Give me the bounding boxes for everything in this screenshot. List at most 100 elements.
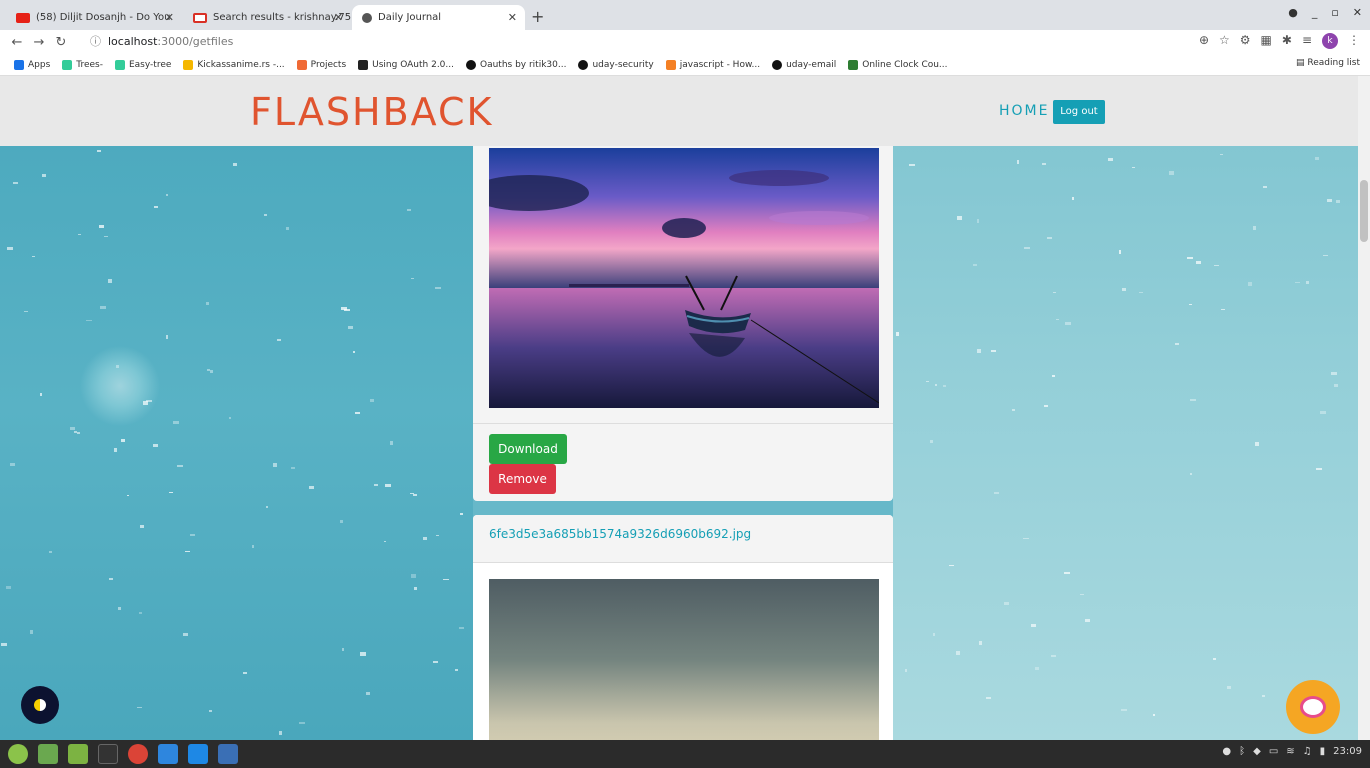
background-speck bbox=[118, 606, 122, 610]
file-image-sky-gradient bbox=[489, 579, 879, 740]
close-window-button[interactable]: ✕ bbox=[1353, 6, 1362, 19]
record-icon[interactable]: ● bbox=[1288, 6, 1298, 19]
background-speck bbox=[5, 586, 12, 590]
bookmark-easy-tree[interactable]: Easy-tree bbox=[114, 59, 171, 70]
gmail-icon bbox=[193, 12, 207, 23]
menu-icon[interactable]: ⋮ bbox=[1348, 33, 1360, 49]
back-button[interactable]: ← bbox=[6, 35, 28, 50]
bookmark-uday-security[interactable]: uday-security bbox=[578, 59, 654, 70]
url-field[interactable]: ⓘ localhost:3000/getfiles bbox=[90, 33, 233, 49]
shield-icon[interactable]: ◆ bbox=[1253, 746, 1261, 757]
extension-icon[interactable]: ⚙ bbox=[1240, 33, 1251, 49]
chrome-icon[interactable] bbox=[128, 744, 148, 764]
minimize-button[interactable]: _ bbox=[1312, 6, 1318, 19]
logout-button[interactable]: Log out bbox=[1053, 100, 1105, 124]
background-speck bbox=[1051, 654, 1056, 657]
text-editor-icon[interactable] bbox=[158, 744, 178, 764]
reading-list[interactable]: ▤ Reading list bbox=[1296, 58, 1360, 68]
close-icon[interactable]: ✕ bbox=[508, 11, 517, 24]
background-speck bbox=[1196, 260, 1202, 264]
background-speck bbox=[1263, 186, 1268, 188]
background-speck bbox=[436, 534, 439, 536]
background-speck bbox=[108, 578, 113, 580]
background-speck bbox=[340, 307, 347, 310]
github-icon bbox=[772, 59, 783, 70]
tab-youtube[interactable]: (58) Diljit Dosanjh - Do You ✕ bbox=[6, 5, 182, 30]
background-speck bbox=[263, 214, 267, 217]
puzzle-icon[interactable]: ✱ bbox=[1282, 33, 1292, 49]
screenshot-icon[interactable] bbox=[218, 744, 238, 764]
new-tab-button[interactable]: + bbox=[531, 7, 544, 26]
extension-icon[interactable]: ▦ bbox=[1261, 33, 1272, 49]
background-speck bbox=[208, 709, 212, 713]
scrollbar-thumb[interactable] bbox=[1360, 180, 1368, 242]
display-icon[interactable]: ▭ bbox=[1269, 746, 1278, 757]
bookmark-javascript[interactable]: javascript - How... bbox=[665, 59, 760, 70]
media-icon[interactable]: ≡ bbox=[1302, 33, 1312, 49]
dark-mode-toggle[interactable] bbox=[21, 686, 59, 724]
tab-gmail[interactable]: Search results - krishnay.7567 ✕ bbox=[183, 5, 351, 30]
bookmark-apps[interactable]: Apps bbox=[14, 59, 50, 70]
apps-icon bbox=[14, 59, 24, 70]
background-speck bbox=[49, 551, 52, 553]
close-icon[interactable]: ✕ bbox=[165, 11, 174, 24]
bookmark-oauths-ritik[interactable]: Oauths by ritik30... bbox=[466, 59, 566, 70]
background-speck bbox=[9, 462, 16, 467]
half-moon-icon bbox=[34, 699, 46, 711]
background-speck bbox=[251, 545, 255, 549]
remove-button[interactable]: Remove bbox=[489, 464, 556, 494]
clock[interactable]: 23:09 bbox=[1333, 746, 1362, 757]
background-speck bbox=[1121, 287, 1126, 291]
zoom-icon[interactable]: ⊕ bbox=[1199, 33, 1209, 49]
sound-icon[interactable]: ♫ bbox=[1303, 746, 1312, 757]
star-icon[interactable]: ☆ bbox=[1219, 33, 1230, 49]
bookmark-kickassanime[interactable]: Kickassanime.rs -... bbox=[183, 59, 285, 70]
background-speck bbox=[139, 612, 142, 614]
chat-widget-button[interactable] bbox=[1286, 680, 1340, 734]
tab-title: (58) Diljit Dosanjh - Do You bbox=[36, 12, 171, 23]
bookmark-oauth[interactable]: Using OAuth 2.0... bbox=[358, 59, 454, 70]
file-card-header: 6fe3d5e3a685bb1574a9326d6960b692.jpg bbox=[473, 515, 893, 563]
background-speck bbox=[1213, 264, 1219, 267]
background-speck bbox=[1212, 657, 1217, 660]
background-speck bbox=[1107, 157, 1113, 162]
background-speck bbox=[154, 206, 158, 209]
background-speck bbox=[1220, 153, 1224, 156]
tab-daily-journal[interactable]: Daily Journal ✕ bbox=[352, 5, 525, 30]
background-speck bbox=[413, 586, 417, 590]
background-speck bbox=[1024, 246, 1031, 249]
background-speck bbox=[32, 255, 36, 257]
folder-icon[interactable] bbox=[68, 744, 88, 764]
background-speck bbox=[184, 550, 190, 553]
background-speck bbox=[977, 349, 981, 353]
battery-icon[interactable]: ▮ bbox=[1320, 746, 1326, 757]
trees-icon bbox=[62, 59, 73, 70]
page-scrollbar[interactable] bbox=[1358, 76, 1370, 740]
profile-avatar[interactable]: k bbox=[1322, 33, 1338, 49]
close-icon[interactable]: ✕ bbox=[334, 11, 343, 24]
download-button[interactable]: Download bbox=[489, 434, 567, 464]
trees-icon bbox=[114, 59, 125, 70]
bookmark-uday-email[interactable]: uday-email bbox=[772, 59, 836, 70]
reload-button[interactable]: ↻ bbox=[50, 35, 72, 50]
bookmark-projects[interactable]: Projects bbox=[296, 59, 346, 70]
forward-button[interactable]: → bbox=[28, 35, 50, 50]
file-name[interactable]: 6fe3d5e3a685bb1574a9326d6960b692.jpg bbox=[489, 527, 751, 541]
background-speck bbox=[1131, 166, 1136, 169]
wifi-icon[interactable]: ≋ bbox=[1286, 746, 1294, 757]
mint-menu-icon[interactable] bbox=[8, 744, 28, 764]
background-speck bbox=[972, 264, 977, 266]
bookmark-online-clock[interactable]: Online Clock Cou... bbox=[848, 59, 948, 70]
background-speck bbox=[177, 464, 183, 468]
maximize-button[interactable]: ▫ bbox=[1331, 6, 1338, 19]
vscode-icon[interactable] bbox=[188, 744, 208, 764]
chrome-tray-icon[interactable]: ● bbox=[1222, 746, 1231, 757]
terminal-icon[interactable] bbox=[98, 744, 118, 764]
show-desktop-icon[interactable] bbox=[38, 744, 58, 764]
site-logo[interactable]: FLASHBACK bbox=[250, 90, 493, 134]
bluetooth-icon[interactable]: ᛒ bbox=[1239, 746, 1245, 757]
bookmark-trees[interactable]: Trees- bbox=[62, 59, 103, 70]
nav-home-link[interactable]: HOME bbox=[999, 103, 1049, 119]
background-speck bbox=[1220, 309, 1225, 311]
background-speck bbox=[956, 216, 963, 220]
